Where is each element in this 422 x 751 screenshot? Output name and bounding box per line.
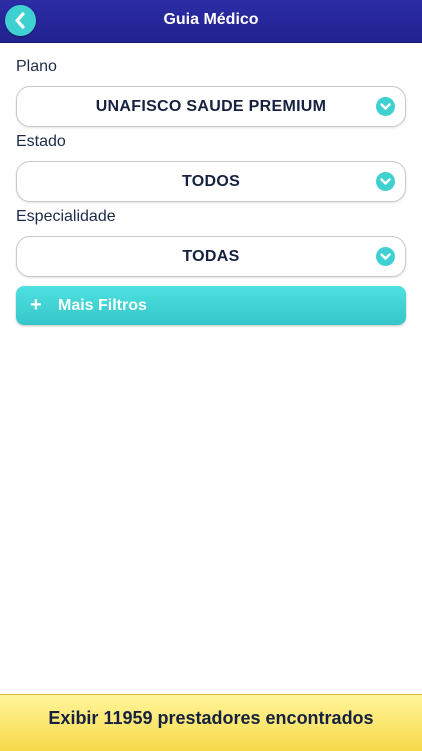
- back-button[interactable]: [5, 5, 36, 36]
- especialidade-label: Especialidade: [16, 208, 116, 225]
- estado-value: TODOS: [181, 173, 241, 190]
- plus-icon: +: [30, 294, 42, 316]
- estado-select[interactable]: TODOS: [16, 161, 406, 202]
- chevron-left-icon: [15, 12, 25, 29]
- plano-value: UNAFISCO SAUDE PREMIUM: [95, 98, 327, 115]
- especialidade-value: TODAS: [182, 248, 240, 265]
- page-title: Guia Médico: [163, 11, 259, 28]
- chevron-down-icon: [376, 172, 395, 191]
- more-filters-label: Mais Filtros: [58, 297, 147, 314]
- show-providers-label: Exibir 11959 prestadores encontrados: [48, 708, 374, 728]
- plano-label: Plano: [16, 58, 57, 75]
- plano-select[interactable]: UNAFISCO SAUDE PREMIUM: [16, 86, 406, 127]
- chevron-down-icon: [376, 97, 395, 116]
- more-filters-button[interactable]: + Mais Filtros: [16, 286, 406, 325]
- especialidade-select[interactable]: TODAS: [16, 236, 406, 277]
- chevron-down-icon: [376, 247, 395, 266]
- show-providers-button[interactable]: Exibir 11959 prestadores encontrados: [0, 694, 422, 751]
- estado-label: Estado: [16, 133, 66, 150]
- header-bar: Guia Médico: [0, 0, 422, 43]
